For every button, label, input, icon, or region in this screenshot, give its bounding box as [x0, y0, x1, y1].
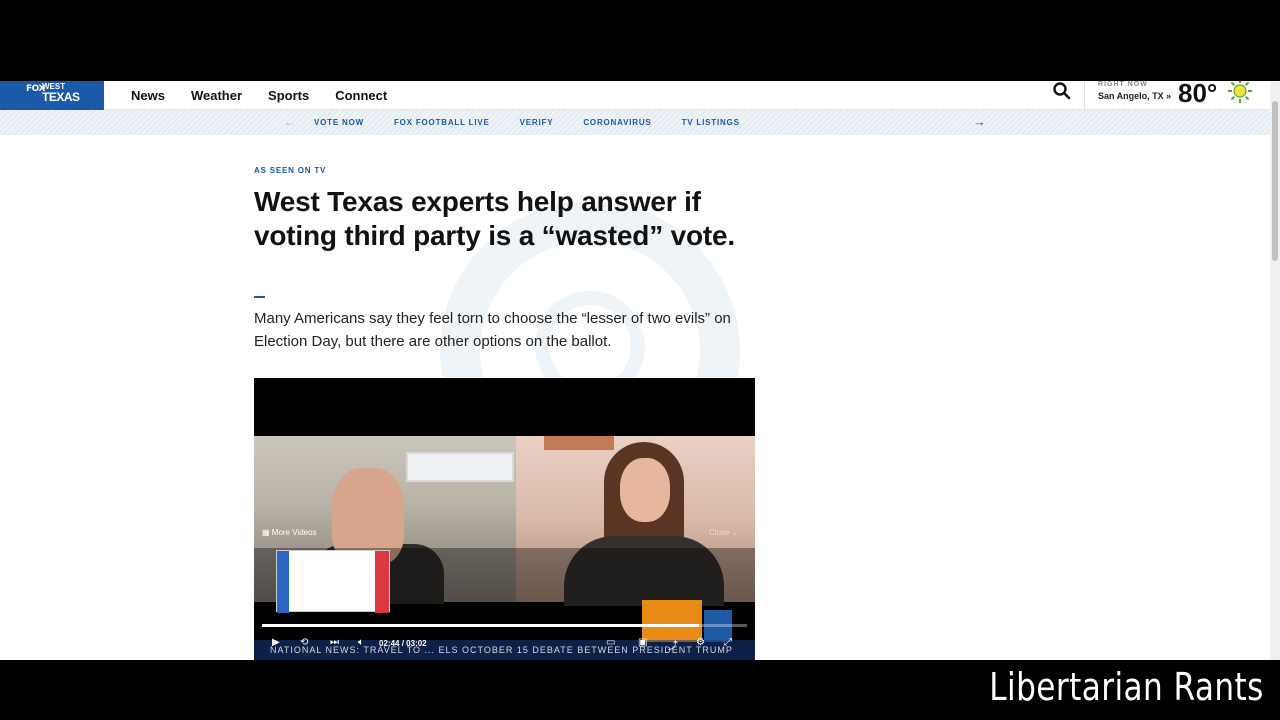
captions-icon[interactable]: ▭ — [606, 637, 615, 648]
subnav-prev-arrow[interactable]: ← — [284, 115, 296, 129]
site-logo[interactable]: FOX WEST TEXAS — [0, 81, 104, 110]
wall-picture — [544, 436, 614, 450]
nav-weather[interactable]: Weather — [191, 88, 242, 103]
replay-icon[interactable]: ⟲ — [300, 637, 308, 648]
woman-face — [620, 458, 670, 522]
video-player[interactable]: ▦ More Videos Close ⌄ NATIONAL NEWS: TRA… — [254, 378, 755, 660]
share-icon[interactable]: ⤴ — [668, 637, 678, 652]
play-icon[interactable]: ▶ — [272, 637, 280, 648]
close-label: Close — [709, 528, 730, 537]
logo-texas: TEXAS — [42, 90, 80, 104]
search-icon[interactable] — [1052, 81, 1072, 100]
current-time: 02:44 — [379, 639, 400, 648]
subnav-verify[interactable]: VERIFY — [520, 118, 554, 127]
top-navigation: FOX WEST TEXAS News Weather Sports Conne… — [0, 81, 1270, 110]
weather-label: RIGHT NOW — [1098, 81, 1148, 88]
subnav-tv-listings[interactable]: TV LISTINGS — [682, 118, 740, 127]
video-timecode: 02:44 / 03:02 — [379, 639, 427, 648]
main-nav: News Weather Sports Connect — [131, 81, 413, 110]
more-videos-label: More Videos — [271, 528, 317, 537]
time-separator: / — [401, 639, 404, 648]
thumbnail-stripe-left — [277, 551, 289, 613]
nav-sports[interactable]: Sports — [268, 88, 309, 103]
video-progress-fill — [262, 624, 699, 627]
header-divider — [1084, 81, 1085, 109]
article-headline: West Texas experts help answer if voting… — [254, 186, 735, 251]
subnav-fox-football-live[interactable]: FOX FOOTBALL LIVE — [394, 118, 490, 127]
fullscreen-icon[interactable]: ⤢ — [724, 637, 732, 648]
background-window — [406, 452, 514, 482]
close-more-videos-button[interactable]: Close ⌄ — [709, 528, 738, 537]
nav-connect[interactable]: Connect — [335, 88, 387, 103]
article-kicker[interactable]: AS SEEN ON TV — [254, 166, 326, 175]
subnav-vote-now[interactable]: VOTE NOW — [314, 118, 364, 127]
more-videos-button[interactable]: ▦ More Videos — [262, 528, 317, 537]
pip-icon[interactable]: ▣ — [638, 637, 647, 648]
video-controls: ▶ ⟲ ⏭ 🔈︎ 02:44 / 03:02 ▭ ▣ ⤴ ⚙ ⤢ — [254, 633, 755, 660]
scrollbar-thumb[interactable] — [1272, 101, 1278, 261]
article-summary: Many Americans say they feel torn to cho… — [254, 310, 731, 350]
web-page: FOX WEST TEXAS News Weather Sports Conne… — [0, 81, 1280, 660]
headline-rule — [254, 296, 265, 298]
subnav-coronavirus[interactable]: CORONAVIRUS — [583, 118, 651, 127]
channel-brand-overlay: Libertarian Rants — [989, 665, 1264, 709]
page-scrollbar[interactable] — [1270, 81, 1280, 660]
video-frame: FOX WEST TEXAS News Weather Sports Conne… — [0, 0, 1280, 720]
nav-news[interactable]: News — [131, 88, 165, 103]
weather-city[interactable]: San Angelo, TX » — [1098, 91, 1171, 101]
settings-icon[interactable]: ⚙ — [696, 637, 705, 648]
subnav-next-arrow[interactable]: → — [973, 114, 986, 129]
sun-icon — [1228, 81, 1252, 103]
video-progress-bar[interactable] — [262, 624, 747, 627]
weather-temperature[interactable]: 80° — [1178, 81, 1217, 109]
secondary-nav: ← VOTE NOW FOX FOOTBALL LIVE VERIFY CORO… — [0, 110, 1270, 135]
volume-icon[interactable]: 🔈︎ — [358, 637, 364, 648]
subnav-links: VOTE NOW FOX FOOTBALL LIVE VERIFY CORONA… — [314, 110, 770, 135]
next-icon[interactable]: ⏭ — [330, 637, 339, 648]
duration: 03:02 — [406, 639, 427, 648]
thumbnail-stripe-right — [375, 551, 389, 613]
related-video-thumbnail[interactable] — [276, 550, 390, 613]
